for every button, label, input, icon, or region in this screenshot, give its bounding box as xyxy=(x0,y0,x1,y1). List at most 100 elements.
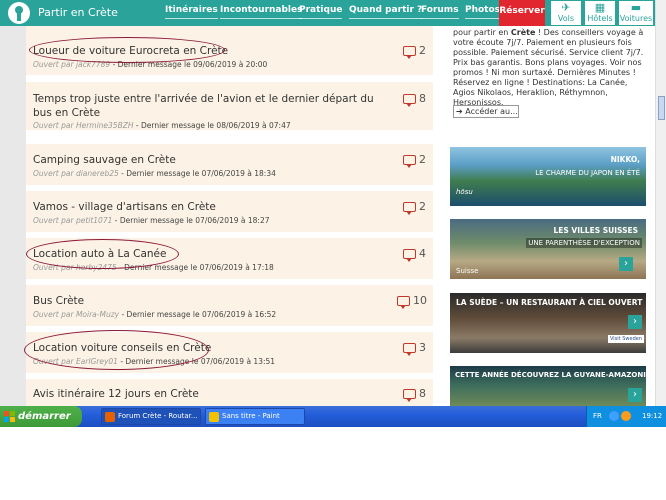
arrow-right-icon: ➔ xyxy=(456,107,463,116)
topic-row[interactable]: Temps trop juste entre l'arrivée de l'av… xyxy=(26,82,433,130)
topic-row[interactable]: Bus Crète Ouvert par Moira-Muzy - Dernie… xyxy=(26,285,433,326)
promo-text-rest: ! Des conseillers voyage à votre écoute … xyxy=(453,28,644,107)
help-icon[interactable] xyxy=(609,411,619,421)
nav-hotels-label: Hôtels xyxy=(587,14,613,23)
reply-count: 8 xyxy=(419,387,426,400)
ad-banner-guyane[interactable]: CETTE ANNÉE DÉCOUVREZ LA GUYANE-AMAZONIE… xyxy=(450,366,646,406)
replies-icon xyxy=(403,155,416,168)
ad-brand: hōsu xyxy=(456,188,473,196)
topic-title[interactable]: Bus Crète xyxy=(33,294,84,308)
screenshot: Partir en Crète Itinéraires Incontournab… xyxy=(0,0,666,427)
taskbar-task-label: Sans titre - Paint xyxy=(222,412,280,420)
nav-vols-button[interactable]: ✈ Vols xyxy=(550,0,582,26)
topic-last-message: - Dernier message le 07/06/2019 à 18:27 xyxy=(112,216,270,225)
ad-title: NIKKO, xyxy=(610,155,640,164)
topic-author[interactable]: Ouvert par Moira-Muzy xyxy=(33,310,119,319)
topic-row[interactable]: Vamos - village d'artisans en Crète Ouve… xyxy=(26,191,433,232)
replies-icon xyxy=(403,343,416,356)
top-navigation: Partir en Crète Itinéraires Incontournab… xyxy=(0,0,666,26)
routard-logo-icon[interactable] xyxy=(8,2,30,24)
nav-reserver-button[interactable]: Réserver xyxy=(499,0,545,26)
nav-pratique[interactable]: Pratique xyxy=(299,5,343,19)
nav-incontournables[interactable]: Incontournables xyxy=(220,5,303,19)
topic-last-message: - Dernier message le 08/06/2019 à 07:47 xyxy=(133,121,291,130)
reply-count: 8 xyxy=(419,92,426,105)
scrollbar-thumb[interactable] xyxy=(658,96,665,120)
replies-icon xyxy=(403,46,416,59)
nav-photos[interactable]: Photos xyxy=(465,5,501,19)
clock: 19:12 xyxy=(642,412,663,420)
ad-title: LA SUÈDE – UN RESTAURANT À CIEL OUVERT xyxy=(456,298,643,307)
topic-last-message: - Dernier message le 07/06/2019 à 18:34 xyxy=(118,169,276,178)
promo-access-button[interactable]: ➔ Accéder au... xyxy=(453,105,519,118)
topic-last-message: - Dernier message le 07/06/2019 à 16:52 xyxy=(119,310,277,319)
ad-brand: Suisse xyxy=(456,267,479,275)
promo-access-label: Accéder au... xyxy=(465,107,518,116)
start-label: démarrer xyxy=(18,411,71,422)
ad-brand: Visit Sweden xyxy=(608,335,645,343)
topic-row[interactable]: Camping sauvage en Crète Ouvert par dian… xyxy=(26,144,433,185)
hotel-icon: ▦ xyxy=(594,1,606,14)
language-indicator[interactable]: FR xyxy=(593,412,602,420)
nav-hotels-button[interactable]: ▦ Hôtels xyxy=(584,0,616,26)
nav-forums[interactable]: Forums xyxy=(421,5,459,19)
reply-count: 2 xyxy=(419,44,426,57)
topic-title[interactable]: Avis itinéraire 12 jours en Crète xyxy=(33,387,199,401)
windows-logo-icon xyxy=(4,411,15,422)
topic-row[interactable]: Avis itinéraire 12 jours en Crète 8 xyxy=(26,379,433,406)
ad-banner-suede[interactable]: LA SUÈDE – UN RESTAURANT À CIEL OUVERT V… xyxy=(450,293,646,353)
nav-vols-label: Vols xyxy=(557,14,575,23)
ad-arrow-button[interactable]: › xyxy=(628,388,642,402)
nav-voitures-button[interactable]: ▬ Voitures xyxy=(618,0,654,26)
taskbar: démarrer Forum Crète - Routar... Sans ti… xyxy=(0,406,666,427)
nav-voitures-label: Voitures xyxy=(619,14,653,23)
topic-title[interactable]: Vamos - village d'artisans en Crète xyxy=(33,200,216,214)
paint-icon xyxy=(209,412,219,422)
start-button[interactable]: démarrer xyxy=(0,406,82,427)
topic-meta: Ouvert par Hermine35BZH - Dernier messag… xyxy=(33,121,291,130)
vertical-scrollbar[interactable] xyxy=(655,0,666,406)
topic-author[interactable]: Ouvert par petit1071 xyxy=(33,216,112,225)
sidebar: pour partir en Crète ! Des conseillers v… xyxy=(433,26,655,406)
taskbar-task-label: Forum Crète - Routar... xyxy=(118,412,198,420)
reply-count: 2 xyxy=(419,153,426,166)
topic-title[interactable]: Temps trop juste entre l'arrivée de l'av… xyxy=(33,92,393,120)
reply-count: 10 xyxy=(413,294,427,307)
site-title[interactable]: Partir en Crète xyxy=(38,6,118,19)
topic-author[interactable]: Ouvert par Hermine35BZH xyxy=(33,121,134,130)
reply-count: 3 xyxy=(419,341,426,354)
replies-icon xyxy=(403,389,416,402)
replies-icon xyxy=(403,202,416,215)
taskbar-firefox-window[interactable]: Forum Crète - Routar... xyxy=(101,408,201,425)
topic-meta: Ouvert par petit1071 - Dernier message l… xyxy=(33,216,270,225)
ad-arrow-button[interactable]: › xyxy=(628,315,642,329)
replies-icon xyxy=(403,94,416,107)
replies-icon xyxy=(397,296,410,309)
taskbar-paint-window[interactable]: Sans titre - Paint xyxy=(205,408,305,425)
annotation-circle xyxy=(26,239,179,269)
topic-author[interactable]: Ouvert par dianereb25 xyxy=(33,169,119,178)
promo-text: pour partir en Crète ! Des conseillers v… xyxy=(453,28,649,108)
ad-title: LES VILLES SUISSES xyxy=(553,226,638,235)
ad-arrow-button[interactable]: › xyxy=(619,257,633,271)
left-gutter xyxy=(0,26,26,406)
nav-itineraires[interactable]: Itinéraires xyxy=(165,5,218,19)
promo-text-start: pour partir en xyxy=(453,28,511,37)
annotation-circle xyxy=(29,37,225,63)
plane-icon: ✈ xyxy=(561,1,571,14)
ad-title: CETTE ANNÉE DÉCOUVREZ LA GUYANE-AMAZONIE xyxy=(455,371,646,379)
nav-quand-partir[interactable]: Quand partir ? xyxy=(349,5,423,19)
ad-subtitle: UNE PARENTHÈSE D'EXCEPTION xyxy=(526,238,642,248)
ad-banner-nikko[interactable]: NIKKO, LE CHARME DU JAPON EN ÉTÉ hōsu xyxy=(450,147,646,206)
ad-subtitle: LE CHARME DU JAPON EN ÉTÉ xyxy=(535,169,640,177)
ad-banner-suisse[interactable]: LES VILLES SUISSES UNE PARENTHÈSE D'EXCE… xyxy=(450,219,646,279)
reply-count: 4 xyxy=(419,247,426,260)
topic-title[interactable]: Camping sauvage en Crète xyxy=(33,153,176,167)
firefox-tray-icon[interactable] xyxy=(621,411,631,421)
topic-meta: Ouvert par Moira-Muzy - Dernier message … xyxy=(33,310,276,319)
car-icon: ▬ xyxy=(630,1,642,14)
replies-icon xyxy=(403,249,416,262)
reply-count: 2 xyxy=(419,200,426,213)
promo-text-bold: Crète xyxy=(510,28,536,37)
annotation-circle xyxy=(24,330,209,370)
